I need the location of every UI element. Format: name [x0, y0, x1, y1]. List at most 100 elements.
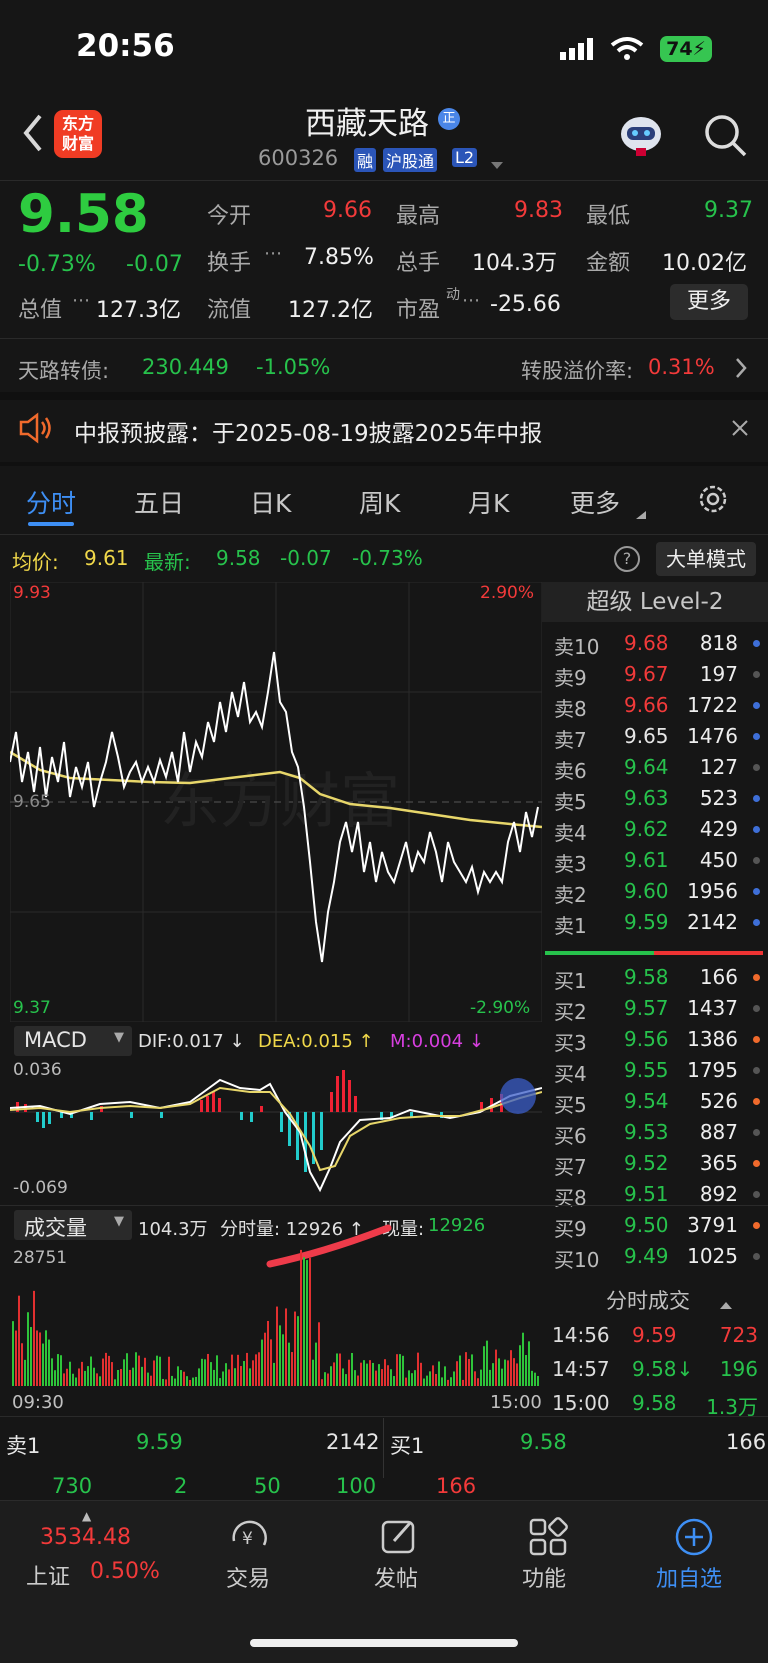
info-icon[interactable]: ⋯ — [462, 290, 480, 311]
search-icon[interactable] — [702, 112, 748, 158]
amount-label: 金额 — [586, 251, 631, 276]
functions-icon[interactable] — [528, 1517, 568, 1557]
intraday-chart[interactable]: 东方财富 — [10, 582, 542, 1022]
close-icon[interactable] — [730, 418, 750, 438]
ask-row[interactable]: 卖9 9.67 197 — [542, 659, 768, 690]
premium-value[interactable]: 0.31% — [648, 355, 715, 379]
volume-bar — [252, 1360, 254, 1386]
queue-2: 2 — [174, 1474, 188, 1498]
queue-1: 730 — [52, 1474, 93, 1498]
signal-icon — [560, 38, 594, 60]
nav-post[interactable]: 发帖 — [374, 1561, 418, 1593]
volume-bar — [243, 1361, 245, 1386]
ask-row[interactable]: 卖2 9.60 1956 — [542, 876, 768, 907]
bid-price: 9.55 — [624, 1058, 669, 1082]
volume-bar — [519, 1345, 521, 1386]
bid-row[interactable]: 买6 9.53 887 — [542, 1117, 768, 1148]
info-icon[interactable]: ⋯ — [264, 243, 282, 264]
pe-sup: 动 — [446, 287, 460, 303]
volume-bar — [360, 1362, 362, 1386]
nav-add-watchlist[interactable]: 加自选 — [656, 1561, 722, 1593]
volume-bar — [210, 1362, 212, 1386]
ask-row[interactable]: 卖3 9.61 450 — [542, 845, 768, 876]
volume-bar — [456, 1361, 458, 1386]
volume-bar — [528, 1341, 530, 1386]
settings-gear-icon[interactable] — [696, 482, 730, 516]
dropdown-icon: ▼ — [114, 1030, 124, 1045]
info-icon[interactable]: ⋯ — [72, 290, 90, 311]
volume-bar — [75, 1377, 77, 1386]
tag-level2: L2 — [452, 148, 478, 167]
notice-text[interactable]: 中报预披露：于2025-08-19披露2025年中报 — [74, 414, 542, 448]
premium-label[interactable]: 转股溢价率: — [521, 355, 633, 385]
volume-bar — [375, 1370, 377, 1386]
bid-level: 买10 — [554, 1248, 600, 1272]
macd-selector[interactable]: MACD ▼ — [14, 1026, 132, 1056]
volume-bar — [321, 1379, 323, 1386]
volume-bar — [57, 1354, 59, 1386]
volume-bar — [291, 1352, 293, 1386]
trade-icon[interactable]: ¥ — [228, 1517, 272, 1557]
volume-bar — [303, 1257, 305, 1386]
volume-bar — [357, 1375, 359, 1386]
ask-row[interactable]: 卖4 9.62 429 — [542, 814, 768, 845]
volume-selector[interactable]: 成交量 ▼ — [14, 1210, 132, 1240]
volume-bar — [255, 1354, 257, 1386]
tab-daily[interactable]: 日K — [250, 484, 291, 520]
tab-more[interactable]: 更多 — [570, 484, 620, 520]
ask-row[interactable]: 卖5 9.63 523 — [542, 783, 768, 814]
big-order-mode-button[interactable]: 大单模式 — [656, 542, 756, 576]
bid-row[interactable]: 买7 9.52 365 — [542, 1148, 768, 1179]
help-icon[interactable]: ? — [614, 546, 640, 572]
index-value[interactable]: 3534.48 — [40, 1525, 131, 1550]
bid-row[interactable]: 买5 9.54 526 — [542, 1086, 768, 1117]
volume-bar — [279, 1325, 281, 1386]
volume-bar — [96, 1373, 98, 1386]
tab-intraday[interactable]: 分时 — [26, 484, 76, 520]
ask-row[interactable]: 卖7 9.65 1476 — [542, 721, 768, 752]
change-amount: -0.07 — [126, 252, 183, 277]
chevron-right-icon[interactable] — [734, 356, 748, 380]
more-button[interactable]: 更多 — [670, 284, 748, 320]
time-end-label: 15:00 — [490, 1392, 542, 1413]
index-pct[interactable]: 0.50% — [90, 1559, 160, 1584]
bid-row[interactable]: 买10 9.49 1025 — [542, 1241, 768, 1272]
bid-level: 买4 — [554, 1062, 587, 1086]
volume-bar — [369, 1360, 371, 1386]
ask-row[interactable]: 卖6 9.64 127 — [542, 752, 768, 783]
bid-level: 买7 — [554, 1155, 587, 1179]
add-icon[interactable] — [674, 1517, 714, 1557]
bid-dot-icon — [753, 1191, 760, 1198]
ask-row[interactable]: 卖8 9.66 1722 — [542, 690, 768, 721]
tab-5day[interactable]: 五日 — [134, 484, 184, 520]
tab-weekly[interactable]: 周K — [359, 484, 400, 520]
volume-bar — [198, 1368, 200, 1386]
volume-bar — [102, 1358, 104, 1386]
volume-bar — [246, 1352, 248, 1386]
volume-bar — [465, 1352, 467, 1386]
volume-bar — [171, 1375, 173, 1386]
nav-functions[interactable]: 功能 — [522, 1561, 566, 1593]
back-icon[interactable] — [18, 110, 48, 156]
drag-handle-icon[interactable] — [500, 1078, 536, 1114]
ask-row[interactable]: 卖1 9.59 2142 — [542, 907, 768, 938]
tab-monthly[interactable]: 月K — [468, 484, 509, 520]
bid-row[interactable]: 买2 9.57 1437 — [542, 993, 768, 1024]
post-icon[interactable] — [380, 1517, 420, 1557]
bid-row[interactable]: 买4 9.55 1795 — [542, 1055, 768, 1086]
ask-row[interactable]: 卖10 9.68 818 — [542, 628, 768, 659]
volume-bar — [432, 1365, 434, 1386]
robot-avatar-icon[interactable] — [616, 112, 666, 158]
caret-up-icon[interactable] — [720, 1294, 732, 1309]
bid-row[interactable]: 买1 9.58 166 — [542, 962, 768, 993]
volume-bar — [438, 1361, 440, 1386]
volume-bar — [510, 1350, 512, 1386]
index-name[interactable]: 上证 — [26, 1559, 70, 1591]
volume-bar — [348, 1359, 350, 1386]
nav-trade[interactable]: 交易 — [226, 1561, 270, 1593]
bid-row[interactable]: 买3 9.56 1386 — [542, 1024, 768, 1055]
bid-row[interactable]: 买9 9.50 3791 — [542, 1210, 768, 1241]
chevron-down-icon[interactable] — [490, 156, 504, 169]
ask-price: 9.67 — [624, 662, 669, 686]
volume-bar — [36, 1330, 38, 1386]
